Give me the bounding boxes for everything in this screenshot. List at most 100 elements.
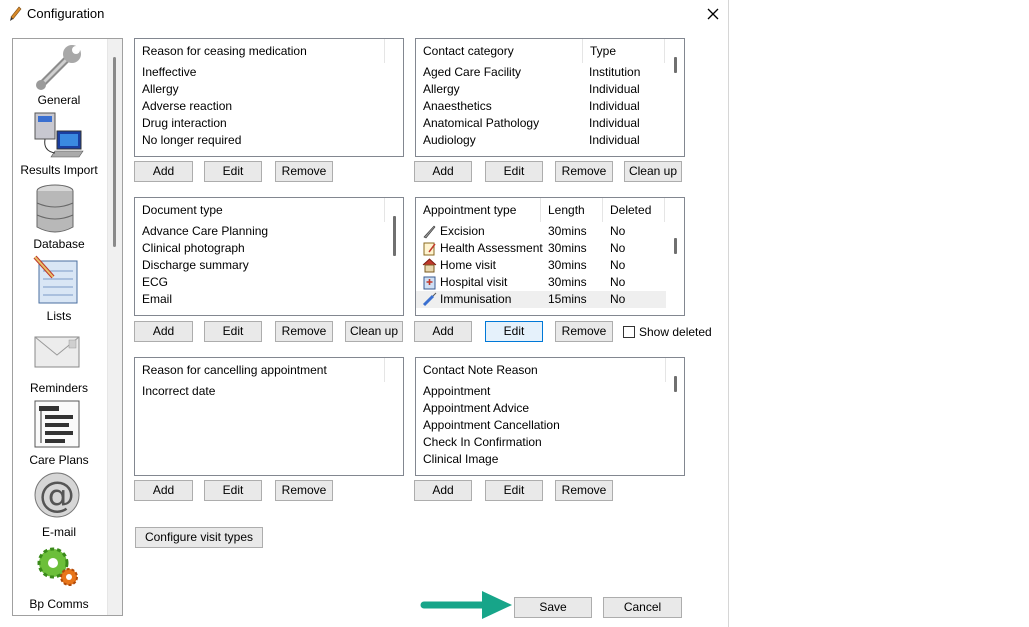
contact-note-add-button[interactable]: Add bbox=[414, 480, 472, 501]
list-item[interactable]: Appointment Cancellation bbox=[416, 417, 666, 434]
column-header[interactable]: Reason for ceasing medication bbox=[135, 39, 385, 63]
table-row[interactable]: Excision 30mins No bbox=[416, 223, 666, 240]
list-item[interactable]: Ineffective bbox=[135, 64, 385, 81]
list-item[interactable]: Appointment Advice bbox=[416, 400, 666, 417]
show-deleted-checkbox[interactable]: Show deleted bbox=[623, 324, 712, 340]
table-row[interactable]: Hospital visit 30mins No bbox=[416, 274, 666, 291]
sidebar-item-label: Results Import bbox=[20, 163, 98, 177]
column-header[interactable]: Contact Note Reason bbox=[416, 358, 666, 382]
contact-note-reason-list[interactable]: Contact Note Reason Appointment Appointm… bbox=[415, 357, 685, 476]
contact-note-remove-button[interactable]: Remove bbox=[555, 480, 613, 501]
configuration-window: Configuration General Results Import Dat… bbox=[0, 0, 729, 627]
configure-visit-types-button[interactable]: Configure visit types bbox=[135, 527, 263, 548]
show-deleted-label: Show deleted bbox=[639, 325, 712, 339]
sidebar-item-label: E-mail bbox=[41, 525, 76, 539]
list-item[interactable]: Email bbox=[135, 291, 385, 308]
sidebar-item-reminders[interactable]: Reminders bbox=[13, 327, 105, 397]
scroll-thumb[interactable] bbox=[393, 216, 396, 256]
list-item[interactable]: Appointment bbox=[416, 383, 666, 400]
contact-category-edit-button[interactable]: Edit bbox=[485, 161, 543, 182]
sidebar-item-general[interactable]: General bbox=[13, 41, 105, 111]
table-row[interactable]: Health Assessment 30mins No bbox=[416, 240, 666, 257]
table-row[interactable]: Home visit 30mins No bbox=[416, 257, 666, 274]
sidebar-item-label: Database bbox=[33, 237, 85, 251]
column-header[interactable]: Contact category bbox=[416, 39, 583, 63]
list-item[interactable]: Allergy bbox=[135, 81, 385, 98]
cancelling-edit-button[interactable]: Edit bbox=[204, 480, 262, 501]
sidebar-item-bp-comms[interactable]: Bp Comms bbox=[13, 543, 105, 613]
table-row[interactable]: Allergy Individual bbox=[416, 81, 666, 98]
list-item[interactable]: Adverse reaction bbox=[135, 98, 385, 115]
table-row[interactable]: Anatomical Pathology Individual bbox=[416, 115, 666, 132]
cancelling-remove-button[interactable]: Remove bbox=[275, 480, 333, 501]
cancel-button[interactable]: Cancel bbox=[603, 597, 682, 618]
column-header[interactable]: Appointment type bbox=[416, 198, 541, 222]
list-item[interactable]: Drug interaction bbox=[135, 115, 385, 132]
list-item[interactable]: Clinical photograph bbox=[135, 240, 385, 257]
document-type-add-button[interactable]: Add bbox=[134, 321, 193, 342]
column-header[interactable]: Type bbox=[583, 39, 665, 63]
cancelling-appointment-list[interactable]: Reason for cancelling appointment Incorr… bbox=[134, 357, 404, 476]
contact-category-clean-up-button[interactable]: Clean up bbox=[624, 161, 682, 182]
save-button[interactable]: Save bbox=[514, 597, 592, 618]
table-row[interactable]: Audiology Individual bbox=[416, 132, 666, 149]
sidebar-item-results-import[interactable]: Results Import bbox=[13, 111, 105, 181]
list-item[interactable]: No longer required bbox=[135, 132, 385, 149]
list-item[interactable]: Discharge summary bbox=[135, 257, 385, 274]
sidebar-item-lists[interactable]: Lists bbox=[13, 255, 105, 325]
list-item[interactable]: Check In Confirmation bbox=[416, 434, 666, 451]
contact-category-add-button[interactable]: Add bbox=[414, 161, 472, 182]
sidebar-item-care-plans[interactable]: Care Plans bbox=[13, 399, 105, 469]
table-row[interactable]: Aged Care Facility Institution bbox=[416, 64, 666, 81]
table-row-selected[interactable]: Immunisation 15mins No bbox=[416, 291, 666, 308]
appointment-type-list[interactable]: Appointment type Length Deleted Excision… bbox=[415, 197, 685, 316]
wrench-icon bbox=[36, 45, 81, 90]
appointment-type-remove-button[interactable]: Remove bbox=[555, 321, 613, 342]
column-header[interactable]: Length bbox=[541, 198, 603, 222]
scroll-thumb[interactable] bbox=[674, 238, 677, 254]
document-type-remove-button[interactable]: Remove bbox=[275, 321, 333, 342]
sidebar-item-email[interactable]: @ E-mail bbox=[13, 471, 105, 541]
contact-note-edit-button[interactable]: Edit bbox=[485, 480, 543, 501]
sidebar-item-database[interactable]: Database bbox=[13, 183, 105, 253]
sidebar-item-label: Care Plans bbox=[29, 453, 89, 467]
ceasing-medication-list[interactable]: Reason for ceasing medication Ineffectiv… bbox=[134, 38, 404, 157]
sidebar-scrollbar[interactable] bbox=[107, 39, 122, 615]
contact-note-scrollbar[interactable] bbox=[667, 358, 684, 475]
checkbox-box[interactable] bbox=[623, 326, 635, 338]
column-header[interactable]: Deleted bbox=[603, 198, 665, 222]
contact-category-remove-button[interactable]: Remove bbox=[555, 161, 613, 182]
list-item[interactable]: Clinical Image bbox=[416, 451, 666, 468]
list-item[interactable]: Advance Care Planning bbox=[135, 223, 385, 240]
close-icon bbox=[707, 8, 719, 20]
list-item[interactable]: ECG bbox=[135, 274, 385, 291]
envelope-icon bbox=[34, 336, 80, 368]
cancelling-add-button[interactable]: Add bbox=[134, 480, 193, 501]
close-button[interactable] bbox=[699, 2, 727, 26]
appointment-type-add-button[interactable]: Add bbox=[414, 321, 472, 342]
contact-category-scrollbar[interactable] bbox=[667, 39, 684, 156]
column-header[interactable]: Reason for cancelling appointment bbox=[135, 358, 385, 382]
document-type-clean-up-button[interactable]: Clean up bbox=[345, 321, 403, 342]
document-type-list[interactable]: Document type Advance Care Planning Clin… bbox=[134, 197, 404, 316]
document-type-edit-button[interactable]: Edit bbox=[204, 321, 262, 342]
notepad-icon bbox=[33, 255, 78, 304]
ceasing-add-button[interactable]: Add bbox=[134, 161, 193, 182]
sidebar-item-label: Reminders bbox=[29, 381, 89, 395]
appointment-type-scrollbar[interactable] bbox=[667, 198, 684, 315]
ceasing-edit-button[interactable]: Edit bbox=[204, 161, 262, 182]
scroll-thumb[interactable] bbox=[674, 57, 677, 73]
category-sidebar[interactable]: General Results Import Database Lists Re… bbox=[12, 38, 123, 616]
column-header[interactable]: Document type bbox=[135, 198, 385, 222]
table-row[interactable]: Anaesthetics Individual bbox=[416, 98, 666, 115]
sidebar-item-label: Lists bbox=[46, 309, 72, 323]
gear-icon bbox=[37, 547, 78, 586]
svg-text:@: @ bbox=[39, 475, 75, 516]
list-item[interactable]: Incorrect date bbox=[135, 383, 385, 400]
contact-category-list[interactable]: Contact category Type Aged Care Facility… bbox=[415, 38, 685, 157]
ceasing-remove-button[interactable]: Remove bbox=[275, 161, 333, 182]
sidebar-scroll-thumb[interactable] bbox=[113, 57, 116, 247]
appointment-type-edit-button[interactable]: Edit bbox=[485, 321, 543, 342]
document-type-scrollbar[interactable] bbox=[386, 198, 403, 315]
scroll-thumb[interactable] bbox=[674, 376, 677, 392]
